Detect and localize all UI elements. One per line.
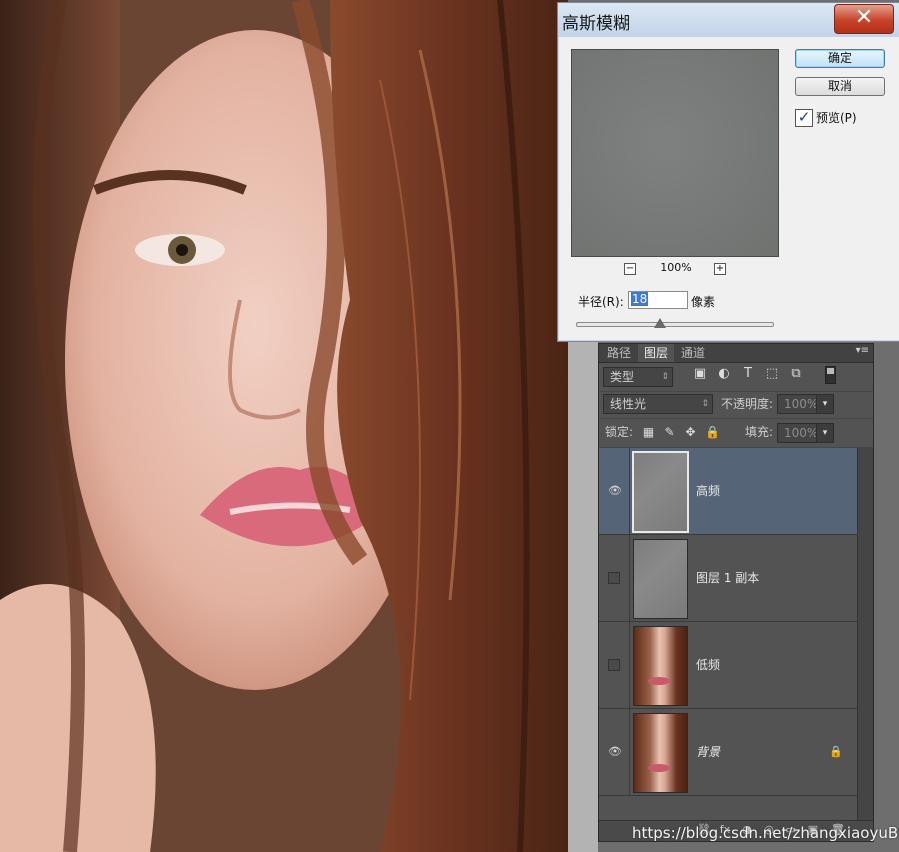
- layers-list: 👁 高频 图层 1 副本 低频 👁 背景 🔒: [599, 448, 857, 796]
- chevron-down-icon: ▾: [822, 428, 828, 438]
- fill-input[interactable]: 100%: [777, 423, 819, 443]
- fill-dropdown-button[interactable]: ▾: [816, 423, 834, 443]
- visibility-column[interactable]: [599, 535, 630, 621]
- chevron-down-icon: ▾: [822, 399, 828, 409]
- blur-preview-area[interactable]: [571, 49, 779, 257]
- smart-object-filter-icon[interactable]: ⧉: [789, 367, 803, 381]
- close-icon: ✕: [854, 5, 874, 30]
- layer-thumbnail: [633, 626, 688, 706]
- document-canvas[interactable]: [0, 0, 568, 852]
- layer-row-background[interactable]: 👁 背景 🔒: [599, 709, 857, 796]
- eye-icon[interactable]: 👁: [608, 485, 622, 497]
- layer-name: 高频: [696, 484, 721, 498]
- workspace-background: [568, 340, 598, 852]
- layers-panel: 路径 图层 通道 ▾≡ 类型 ⇕ ▣ ◐ T ⬚ ⧉ 线性光 ⇕ 不透明度: 1…: [598, 343, 874, 842]
- gaussian-blur-dialog: 高斯模糊 ✕ − 100% + 确定 取消 ✓ 预览(P) 半径(R): 18 …: [557, 2, 899, 342]
- cancel-button[interactable]: 取消: [795, 77, 885, 96]
- hidden-visibility-box[interactable]: [608, 659, 620, 671]
- type-filter-icon[interactable]: T: [741, 367, 755, 381]
- blend-mode-select[interactable]: 线性光 ⇕: [603, 394, 713, 414]
- dialog-title: 高斯模糊: [562, 14, 630, 34]
- layers-scrollbar[interactable]: [857, 448, 873, 820]
- layer-row-low-freq[interactable]: 低频: [599, 622, 857, 709]
- blend-mode-value: 线性光: [610, 397, 647, 411]
- ok-button[interactable]: 确定: [795, 49, 885, 68]
- panel-tabs: 路径 图层 通道 ▾≡: [599, 344, 873, 363]
- lock-position-icon[interactable]: ✥: [684, 426, 697, 439]
- checkmark-icon: ✓: [797, 108, 811, 126]
- layer-row-high-freq[interactable]: 👁 高频: [599, 448, 857, 535]
- radius-slider-thumb[interactable]: [654, 318, 666, 328]
- tab-channels[interactable]: 通道: [675, 344, 711, 362]
- layer-thumbnail: [633, 713, 688, 793]
- portrait-photo: [0, 0, 568, 852]
- lock-pixels-icon[interactable]: ✎: [663, 426, 676, 439]
- filter-kind-label: 类型: [610, 370, 635, 384]
- layer-row-layer1-copy[interactable]: 图层 1 副本: [599, 535, 857, 622]
- thumbnail-lips: [648, 764, 670, 772]
- opacity-label: 不透明度:: [721, 397, 774, 411]
- zoom-in-button[interactable]: +: [714, 263, 726, 275]
- adjustment-filter-icon[interactable]: ◐: [717, 367, 731, 381]
- radius-label: 半径(R):: [578, 295, 624, 309]
- layer-name: 背景: [696, 745, 721, 759]
- opacity-value: 100%: [784, 397, 819, 411]
- radius-input[interactable]: 18: [628, 291, 688, 309]
- preview-checkbox-label: 预览(P): [816, 111, 857, 125]
- shape-filter-icon[interactable]: ⬚: [765, 367, 779, 381]
- layer-name: 低频: [696, 658, 721, 672]
- image-filter-icon[interactable]: ▣: [693, 367, 707, 381]
- fill-value: 100%: [784, 426, 819, 440]
- close-button[interactable]: ✕: [834, 4, 894, 34]
- radius-unit-label: 像素: [691, 295, 716, 309]
- visibility-column[interactable]: [599, 622, 630, 708]
- select-arrows-icon: ⇕: [661, 372, 669, 382]
- tab-paths[interactable]: 路径: [601, 344, 637, 362]
- hidden-visibility-box[interactable]: [608, 572, 620, 584]
- radius-slider-track[interactable]: [576, 322, 774, 327]
- dialog-titlebar[interactable]: 高斯模糊 ✕: [558, 3, 899, 37]
- eye-icon[interactable]: 👁: [608, 746, 622, 758]
- lock-transparency-icon[interactable]: ▦: [642, 426, 655, 439]
- layer-lock-icon: 🔒: [829, 745, 843, 758]
- layer-filter-row: 类型 ⇕ ▣ ◐ T ⬚ ⧉: [599, 363, 873, 392]
- opacity-input[interactable]: 100%: [777, 394, 819, 414]
- visibility-column[interactable]: 👁: [599, 709, 630, 795]
- lock-all-icon[interactable]: 🔒: [705, 426, 720, 439]
- lock-label: 锁定:: [605, 425, 634, 439]
- watermark-text: https://blog.csdn.net/zhangxiaoyuBK: [632, 824, 899, 842]
- layer-thumbnail: [632, 451, 689, 533]
- layer-name: 图层 1 副本: [696, 571, 760, 585]
- blend-mode-row: 线性光 ⇕ 不透明度: 100% ▾: [599, 392, 873, 419]
- lock-row: 锁定: ▦ ✎ ✥ 🔒 填充: 100% ▾: [599, 419, 873, 448]
- thumbnail-lips: [648, 677, 670, 685]
- preview-checkbox[interactable]: ✓: [795, 109, 813, 127]
- panel-menu-icon[interactable]: ▾≡: [856, 345, 869, 356]
- zoom-level-label: 100%: [660, 261, 692, 274]
- select-arrows-icon: ⇕: [701, 399, 709, 409]
- filter-kind-select[interactable]: 类型 ⇕: [603, 367, 673, 387]
- tab-layers[interactable]: 图层: [638, 344, 675, 362]
- opacity-dropdown-button[interactable]: ▾: [816, 394, 834, 414]
- visibility-column[interactable]: 👁: [599, 448, 630, 534]
- zoom-out-button[interactable]: −: [624, 263, 636, 275]
- layer-thumbnail: [633, 539, 688, 619]
- filter-toggle-switch[interactable]: [825, 366, 836, 384]
- fill-label: 填充:: [745, 425, 774, 439]
- radius-input-value: 18: [631, 292, 649, 306]
